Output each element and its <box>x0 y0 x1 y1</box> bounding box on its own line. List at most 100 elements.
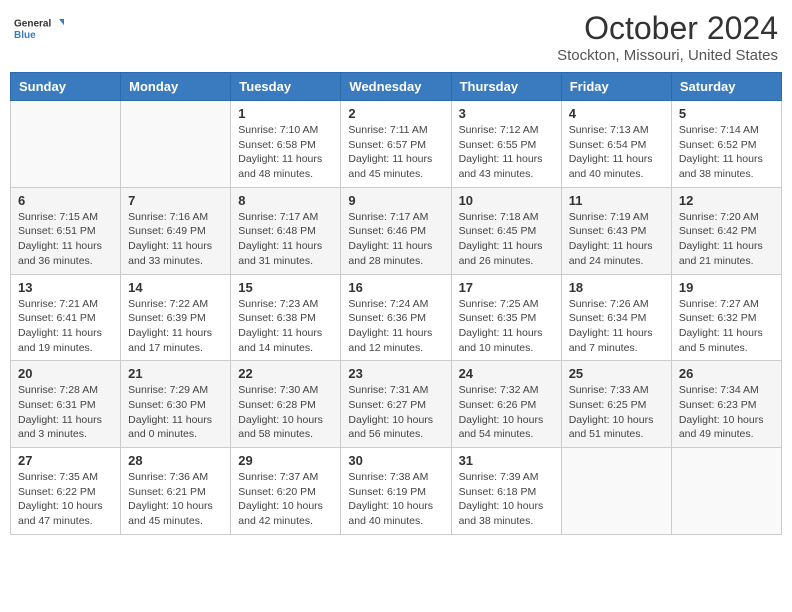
day-info: Sunrise: 7:39 AMSunset: 6:18 PMDaylight:… <box>459 470 554 529</box>
day-info: Sunrise: 7:15 AMSunset: 6:51 PMDaylight:… <box>18 210 113 269</box>
calendar-cell: 25 Sunrise: 7:33 AMSunset: 6:25 PMDayligh… <box>561 361 671 448</box>
logo: General Blue <box>14 10 64 48</box>
day-number: 22 <box>238 366 333 381</box>
day-info: Sunrise: 7:38 AMSunset: 6:19 PMDaylight:… <box>348 470 443 529</box>
calendar-cell: 22 Sunrise: 7:30 AMSunset: 6:28 PMDayligh… <box>231 361 341 448</box>
day-info: Sunrise: 7:30 AMSunset: 6:28 PMDaylight:… <box>238 383 333 442</box>
calendar-cell: 6 Sunrise: 7:15 AMSunset: 6:51 PMDaylight… <box>11 187 121 274</box>
calendar-cell: 11 Sunrise: 7:19 AMSunset: 6:43 PMDayligh… <box>561 187 671 274</box>
calendar-table: SundayMondayTuesdayWednesdayThursdayFrid… <box>10 72 782 535</box>
day-number: 20 <box>18 366 113 381</box>
day-number: 24 <box>459 366 554 381</box>
calendar-cell: 15Sunrise: 7:23 AMSunset: 6:38 PMDayligh… <box>231 274 341 361</box>
calendar-cell: 31 Sunrise: 7:39 AMSunset: 6:18 PMDayligh… <box>451 448 561 535</box>
day-number: 31 <box>459 453 554 468</box>
calendar-cell <box>121 101 231 188</box>
day-info: Sunrise: 7:36 AMSunset: 6:21 PMDaylight:… <box>128 470 223 529</box>
calendar-cell: 2Sunrise: 7:11 AMSunset: 6:57 PMDaylight… <box>341 101 451 188</box>
day-info: Sunrise: 7:19 AMSunset: 6:43 PMDaylight:… <box>569 210 664 269</box>
calendar-cell: 10 Sunrise: 7:18 AMSunset: 6:45 PMDayligh… <box>451 187 561 274</box>
svg-text:General: General <box>14 19 51 30</box>
subtitle: Stockton, Missouri, United States <box>557 47 778 64</box>
calendar-week-row: 27Sunrise: 7:35 AMSunset: 6:22 PMDayligh… <box>11 448 782 535</box>
day-info: Sunrise: 7:17 AMSunset: 6:48 PMDaylight:… <box>238 210 333 269</box>
calendar-cell: 18 Sunrise: 7:26 AMSunset: 6:34 PMDayligh… <box>561 274 671 361</box>
calendar-day-header: Friday <box>561 73 671 101</box>
calendar-week-row: 1 Sunrise: 7:10 AMSunset: 6:58 PMDaylight… <box>11 101 782 188</box>
calendar-cell: 20Sunrise: 7:28 AMSunset: 6:31 PMDayligh… <box>11 361 121 448</box>
calendar-day-header: Sunday <box>11 73 121 101</box>
calendar-cell: 3 Sunrise: 7:12 AMSunset: 6:55 PMDaylight… <box>451 101 561 188</box>
calendar-cell: 8 Sunrise: 7:17 AMSunset: 6:48 PMDaylight… <box>231 187 341 274</box>
page-header: General Blue October 2024 Stockton, Miss… <box>10 10 782 64</box>
day-info: Sunrise: 7:25 AMSunset: 6:35 PMDaylight:… <box>459 297 554 356</box>
day-info: Sunrise: 7:10 AMSunset: 6:58 PMDaylight:… <box>238 123 333 182</box>
day-number: 16 <box>348 280 443 295</box>
calendar-cell: 23Sunrise: 7:31 AMSunset: 6:27 PMDayligh… <box>341 361 451 448</box>
calendar-cell: 9 Sunrise: 7:17 AMSunset: 6:46 PMDaylight… <box>341 187 451 274</box>
calendar-cell: 17Sunrise: 7:25 AMSunset: 6:35 PMDayligh… <box>451 274 561 361</box>
day-number: 7 <box>128 193 223 208</box>
day-info: Sunrise: 7:16 AMSunset: 6:49 PMDaylight:… <box>128 210 223 269</box>
day-info: Sunrise: 7:22 AMSunset: 6:39 PMDaylight:… <box>128 297 223 356</box>
calendar-day-header: Thursday <box>451 73 561 101</box>
calendar-week-row: 13Sunrise: 7:21 AMSunset: 6:41 PMDayligh… <box>11 274 782 361</box>
day-number: 1 <box>238 106 333 121</box>
calendar-cell: 12 Sunrise: 7:20 AMSunset: 6:42 PMDayligh… <box>671 187 781 274</box>
calendar-week-row: 20Sunrise: 7:28 AMSunset: 6:31 PMDayligh… <box>11 361 782 448</box>
calendar-day-header: Tuesday <box>231 73 341 101</box>
calendar-cell: 29 Sunrise: 7:37 AMSunset: 6:20 PMDayligh… <box>231 448 341 535</box>
day-info: Sunrise: 7:18 AMSunset: 6:45 PMDaylight:… <box>459 210 554 269</box>
day-info: Sunrise: 7:27 AMSunset: 6:32 PMDaylight:… <box>679 297 774 356</box>
calendar-cell: 16 Sunrise: 7:24 AMSunset: 6:36 PMDayligh… <box>341 274 451 361</box>
day-number: 15 <box>238 280 333 295</box>
calendar-cell: 28 Sunrise: 7:36 AMSunset: 6:21 PMDayligh… <box>121 448 231 535</box>
calendar-cell: 14 Sunrise: 7:22 AMSunset: 6:39 PMDayligh… <box>121 274 231 361</box>
day-number: 21 <box>128 366 223 381</box>
day-number: 30 <box>348 453 443 468</box>
day-info: Sunrise: 7:24 AMSunset: 6:36 PMDaylight:… <box>348 297 443 356</box>
day-info: Sunrise: 7:33 AMSunset: 6:25 PMDaylight:… <box>569 383 664 442</box>
day-info: Sunrise: 7:35 AMSunset: 6:22 PMDaylight:… <box>18 470 113 529</box>
day-number: 3 <box>459 106 554 121</box>
day-number: 10 <box>459 193 554 208</box>
day-info: Sunrise: 7:20 AMSunset: 6:42 PMDaylight:… <box>679 210 774 269</box>
day-info: Sunrise: 7:37 AMSunset: 6:20 PMDaylight:… <box>238 470 333 529</box>
calendar-week-row: 6 Sunrise: 7:15 AMSunset: 6:51 PMDaylight… <box>11 187 782 274</box>
day-number: 6 <box>18 193 113 208</box>
day-info: Sunrise: 7:32 AMSunset: 6:26 PMDaylight:… <box>459 383 554 442</box>
title-block: October 2024 Stockton, Missouri, United … <box>557 10 778 64</box>
day-info: Sunrise: 7:31 AMSunset: 6:27 PMDaylight:… <box>348 383 443 442</box>
main-title: October 2024 <box>557 10 778 47</box>
day-info: Sunrise: 7:29 AMSunset: 6:30 PMDaylight:… <box>128 383 223 442</box>
day-number: 12 <box>679 193 774 208</box>
day-number: 13 <box>18 280 113 295</box>
logo-svg: General Blue <box>14 10 64 48</box>
day-number: 29 <box>238 453 333 468</box>
day-number: 26 <box>679 366 774 381</box>
calendar-cell: 30 Sunrise: 7:38 AMSunset: 6:19 PMDayligh… <box>341 448 451 535</box>
calendar-cell: 5Sunrise: 7:14 AMSunset: 6:52 PMDaylight… <box>671 101 781 188</box>
day-info: Sunrise: 7:13 AMSunset: 6:54 PMDaylight:… <box>569 123 664 182</box>
calendar-cell <box>671 448 781 535</box>
day-number: 19 <box>679 280 774 295</box>
day-info: Sunrise: 7:34 AMSunset: 6:23 PMDaylight:… <box>679 383 774 442</box>
day-number: 25 <box>569 366 664 381</box>
day-number: 14 <box>128 280 223 295</box>
calendar-cell: 19 Sunrise: 7:27 AMSunset: 6:32 PMDayligh… <box>671 274 781 361</box>
svg-text:Blue: Blue <box>14 30 36 41</box>
day-info: Sunrise: 7:26 AMSunset: 6:34 PMDaylight:… <box>569 297 664 356</box>
day-number: 28 <box>128 453 223 468</box>
day-info: Sunrise: 7:12 AMSunset: 6:55 PMDaylight:… <box>459 123 554 182</box>
day-info: Sunrise: 7:17 AMSunset: 6:46 PMDaylight:… <box>348 210 443 269</box>
calendar-cell: 7 Sunrise: 7:16 AMSunset: 6:49 PMDaylight… <box>121 187 231 274</box>
day-number: 9 <box>348 193 443 208</box>
day-number: 8 <box>238 193 333 208</box>
calendar-day-header: Monday <box>121 73 231 101</box>
calendar-day-header: Saturday <box>671 73 781 101</box>
day-number: 11 <box>569 193 664 208</box>
day-number: 4 <box>569 106 664 121</box>
calendar-header-row: SundayMondayTuesdayWednesdayThursdayFrid… <box>11 73 782 101</box>
day-number: 18 <box>569 280 664 295</box>
calendar-day-header: Wednesday <box>341 73 451 101</box>
